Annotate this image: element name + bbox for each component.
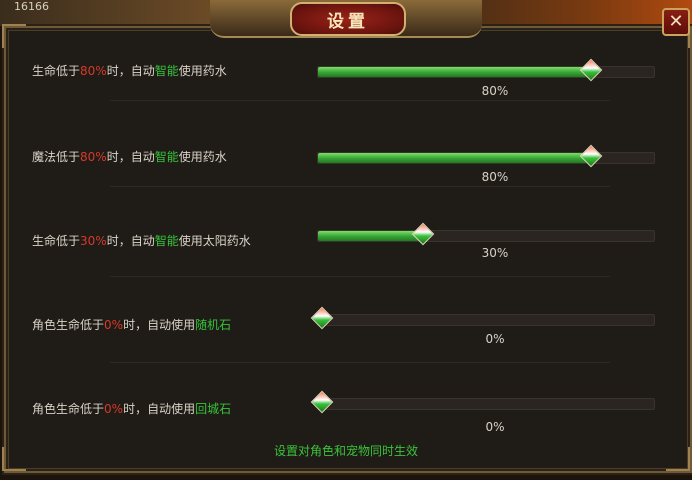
frame-corner <box>2 24 26 48</box>
slider-handle[interactable] <box>310 390 334 414</box>
slider-handle[interactable] <box>579 144 603 168</box>
slider-fill <box>318 231 419 241</box>
slider-value: 0% <box>485 420 505 434</box>
slider-track[interactable] <box>310 390 655 414</box>
setting-label: 生命低于30%时，自动智能使用太阳药水 <box>32 234 251 248</box>
row-divider <box>110 362 610 363</box>
close-button[interactable]: ✕ <box>662 8 690 36</box>
slider-value: 30% <box>481 246 509 260</box>
slider-fill <box>318 153 587 163</box>
setting-label: 生命低于80%时，自动智能使用药水 <box>32 64 227 78</box>
row-divider <box>110 100 610 101</box>
dialog-title: 设置 <box>290 2 406 36</box>
slider-value: 80% <box>481 84 509 98</box>
footer-note: 设置对角色和宠物同时生效 <box>273 444 418 458</box>
slider-handle[interactable] <box>579 58 603 82</box>
slider-track[interactable] <box>317 144 655 168</box>
setting-row: 魔法低于80%时，自动智能使用药水 80% <box>0 136 692 222</box>
setting-label: 魔法低于80%时，自动智能使用药水 <box>32 150 227 164</box>
slider-track[interactable] <box>310 306 655 330</box>
setting-row: 角色生命低于0%时，自动使用回城石 0% <box>0 390 692 480</box>
slider-handle[interactable] <box>411 222 435 246</box>
slider-fill <box>318 67 587 77</box>
top-left-number: 16166 <box>14 0 49 13</box>
slider-handle[interactable] <box>310 306 334 330</box>
setting-label: 角色生命低于0%时，自动使用回城石 <box>32 402 232 416</box>
row-divider <box>110 186 610 187</box>
slider-value: 80% <box>481 170 509 184</box>
slider-value: 0% <box>485 332 505 346</box>
slider-track[interactable] <box>317 58 655 82</box>
setting-row: 生命低于30%时，自动智能使用太阳药水 30% <box>0 222 692 308</box>
row-divider <box>110 276 610 277</box>
setting-row: 生命低于80%时，自动智能使用药水 80% <box>0 50 692 136</box>
setting-row: 角色生命低于0%时，自动使用随机石 0% <box>0 306 692 394</box>
setting-label: 角色生命低于0%时，自动使用随机石 <box>32 318 232 332</box>
slider-track[interactable] <box>317 222 655 246</box>
